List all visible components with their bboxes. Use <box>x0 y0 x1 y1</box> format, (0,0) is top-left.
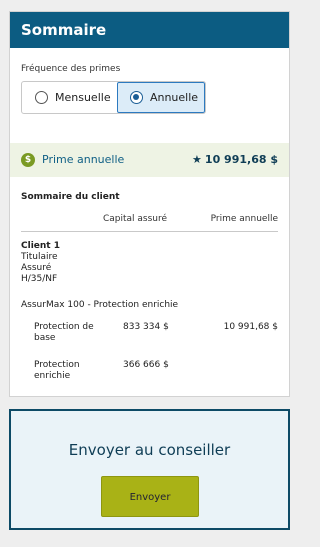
annual-premium-amount: 10 991,68 $ <box>204 153 278 166</box>
dollar-icon: $ <box>21 153 35 167</box>
column-header-capital: Capital assuré <box>103 214 168 224</box>
row-capital: 833 334 $ <box>123 322 169 332</box>
summary-title: Sommaire <box>10 12 289 48</box>
option-mensuelle[interactable]: Mensuelle <box>22 82 117 113</box>
annual-premium-label: Prime annuelle <box>42 153 125 166</box>
option-label: Mensuelle <box>55 91 111 104</box>
column-header-prime: Prime annuelle <box>210 214 278 224</box>
option-annuelle[interactable]: Annuelle <box>116 82 205 113</box>
client-summary-title: Sommaire du client <box>21 192 120 202</box>
row-prime: 10 991,68 $ <box>223 322 278 332</box>
summary-card: Sommaire Fréquence des primes Mensuelle … <box>9 11 290 397</box>
frequency-label: Fréquence des primes <box>21 64 121 74</box>
radio-selected-icon[interactable] <box>129 91 143 104</box>
send-title: Envoyer au conseiller <box>68 441 231 459</box>
row-label: Protection de base <box>34 322 94 343</box>
annual-premium-bar: $ Prime annuelle ★ 10 991,68 $ <box>10 143 289 177</box>
send-button[interactable]: Envoyer <box>101 476 199 517</box>
option-label: Annuelle <box>149 91 199 104</box>
divider <box>21 231 278 232</box>
annual-premium-value: ★ 10 991,68 $ <box>192 153 278 166</box>
row-label: Protection enrichie <box>34 360 80 381</box>
radio-icon[interactable] <box>35 91 48 104</box>
client-info: Client 1 Titulaire Assuré H/35/NF <box>21 241 60 285</box>
row-capital: 366 666 $ <box>123 360 169 370</box>
frequency-toggle: Mensuelle Annuelle <box>21 81 206 114</box>
star-icon: ★ <box>192 153 202 166</box>
client-name: Client 1 <box>21 241 60 251</box>
client-code: H/35/NF <box>21 274 58 284</box>
client-role: Titulaire <box>21 252 58 262</box>
product-name: AssurMax 100 - Protection enrichie <box>21 300 179 310</box>
send-to-advisor-card: Envoyer au conseiller Envoyer <box>9 409 290 530</box>
client-status: Assuré <box>21 263 52 273</box>
